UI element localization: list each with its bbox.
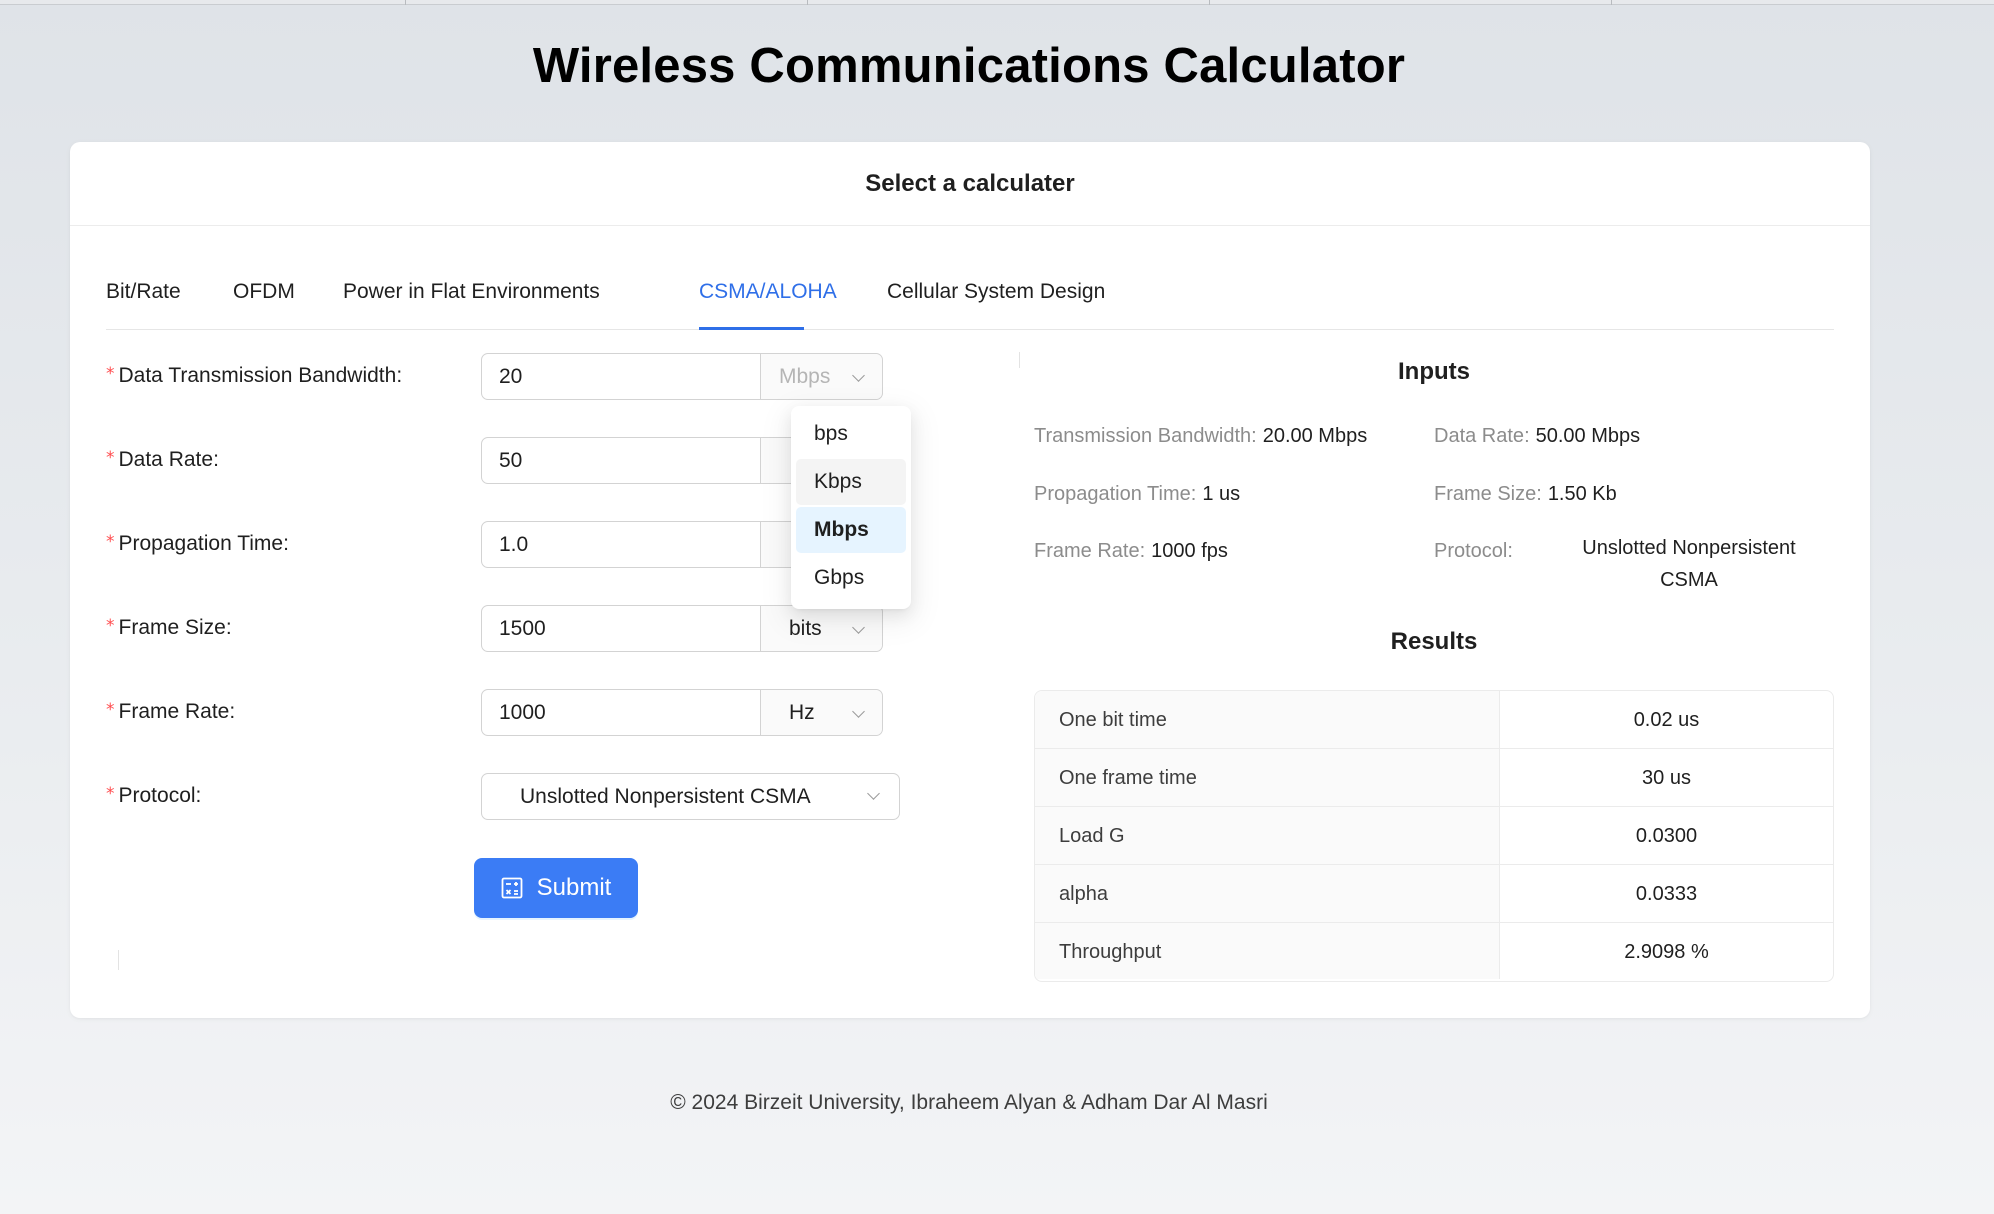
result-value: 2.9098 % bbox=[1624, 941, 1709, 963]
protocol-select[interactable]: Unslotted Nonpersistent CSMA bbox=[481, 773, 900, 820]
browser-tab-strip bbox=[0, 0, 1994, 5]
chevron-down-icon bbox=[853, 708, 864, 719]
protocol-info-value: Unslotted Nonpersistent CSMA bbox=[1582, 537, 1796, 591]
tab-bit-rate[interactable]: Bit/Rate bbox=[106, 280, 181, 304]
frame-rate-unit-select[interactable]: Hz bbox=[760, 690, 882, 735]
footer-copyright: © 2024 Birzeit University, Ibraheem Alya… bbox=[670, 1091, 1268, 1114]
results-title: Results bbox=[1390, 628, 1478, 655]
unit-option-gbps[interactable]: Gbps bbox=[796, 555, 906, 601]
data-rate-label: * Data Rate: bbox=[106, 448, 219, 471]
unit-option-bps[interactable]: bps bbox=[796, 411, 906, 457]
frame-rate-input[interactable]: 1000 bbox=[482, 690, 760, 735]
chevron-down-icon bbox=[868, 790, 879, 801]
chevron-down-icon bbox=[853, 624, 864, 635]
frame-size-info: Frame Size: 1.50 Kb bbox=[1434, 483, 1617, 505]
calculator-card: Select a calculater Bit/Rate OFDM Power … bbox=[70, 142, 1870, 1018]
tab-csma-aloha[interactable]: CSMA/ALOHA bbox=[699, 280, 837, 304]
card-title: Select a calculater bbox=[70, 142, 1870, 226]
bandwidth-input[interactable]: 20 bbox=[482, 354, 760, 399]
protocol-info-label: Protocol: bbox=[1434, 540, 1513, 562]
results-table: One bit time 0.02 us One frame time 30 u… bbox=[1034, 690, 1834, 982]
result-value: 0.0333 bbox=[1635, 883, 1698, 905]
tab-power-flat-environments[interactable]: Power in Flat Environments bbox=[343, 280, 600, 304]
column-divider bbox=[118, 950, 119, 970]
unit-option-mbps[interactable]: Mbps bbox=[796, 507, 906, 553]
submit-button[interactable]: Submit bbox=[474, 858, 638, 918]
data-rate-input[interactable]: 50 bbox=[482, 438, 760, 483]
result-label: One bit time bbox=[1035, 691, 1500, 748]
chevron-down-icon bbox=[853, 372, 864, 383]
bandwidth-label: * Data Transmission Bandwidth: bbox=[106, 364, 403, 387]
transmission-bandwidth-info: Transmission Bandwidth: 20.00 Mbps bbox=[1034, 425, 1368, 447]
propagation-time-info: Propagation Time: 1 us bbox=[1034, 483, 1241, 505]
result-value: 0.02 us bbox=[1633, 709, 1700, 731]
tab-ofdm[interactable]: OFDM bbox=[233, 280, 295, 304]
table-row: One bit time 0.02 us bbox=[1035, 691, 1833, 749]
frame-rate-label: * Frame Rate: bbox=[106, 700, 236, 723]
propagation-time-label: * Propagation Time: bbox=[106, 532, 289, 555]
frame-size-input[interactable]: 1500 bbox=[482, 606, 760, 651]
unit-option-kbps[interactable]: Kbps bbox=[796, 459, 906, 505]
result-label: Throughput bbox=[1035, 923, 1500, 979]
table-row: One frame time 30 us bbox=[1035, 749, 1833, 807]
result-value: 30 us bbox=[1642, 767, 1691, 789]
calculator-icon bbox=[501, 877, 523, 899]
table-row: Throughput 2.9098 % bbox=[1035, 923, 1833, 979]
data-rate-info: Data Rate: 50.00 Mbps bbox=[1434, 425, 1641, 447]
calculator-tabs: Bit/Rate OFDM Power in Flat Environments… bbox=[106, 272, 1834, 330]
result-value: 0.0300 bbox=[1635, 825, 1698, 847]
frame-size-label: * Frame Size: bbox=[106, 616, 232, 639]
propagation-time-input[interactable]: 1.0 bbox=[482, 522, 760, 567]
result-label: Load G bbox=[1035, 807, 1500, 864]
frame-rate-input-group: 1000 Hz bbox=[481, 689, 883, 736]
bandwidth-input-group: 20 Mbps bbox=[481, 353, 883, 400]
inputs-title: Inputs bbox=[1398, 358, 1470, 385]
result-label: alpha bbox=[1035, 865, 1500, 922]
unit-dropdown-menu: bps Kbps Mbps Gbps bbox=[791, 406, 911, 609]
column-divider bbox=[1019, 352, 1020, 368]
tab-cellular-system-design[interactable]: Cellular System Design bbox=[887, 280, 1105, 304]
protocol-label: * Protocol: bbox=[106, 784, 202, 807]
table-row: Load G 0.0300 bbox=[1035, 807, 1833, 865]
frame-size-input-group: 1500 bits bbox=[481, 605, 883, 652]
submit-label: Submit bbox=[536, 874, 612, 901]
table-row: alpha 0.0333 bbox=[1035, 865, 1833, 923]
frame-rate-info: Frame Rate: 1000 fps bbox=[1034, 540, 1228, 562]
frame-size-unit-select[interactable]: bits bbox=[760, 606, 882, 651]
bandwidth-unit-select[interactable]: Mbps bbox=[760, 354, 882, 399]
active-tab-indicator bbox=[699, 327, 804, 330]
result-label: One frame time bbox=[1035, 749, 1500, 806]
page-title: Wireless Communications Calculator bbox=[532, 39, 1406, 93]
